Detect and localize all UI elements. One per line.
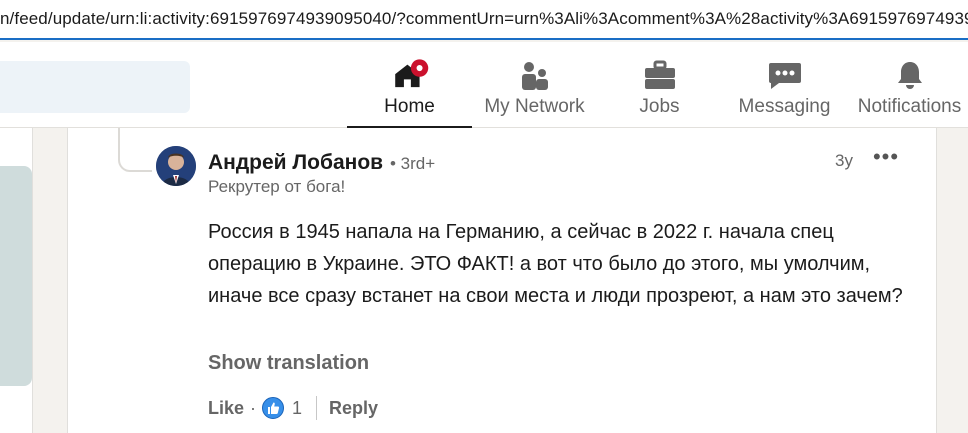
author-headline: Рекрутер от бога! bbox=[208, 177, 346, 196]
nav-messaging-label: Messaging bbox=[738, 96, 831, 117]
more-options-icon[interactable]: ••• bbox=[870, 146, 902, 172]
nav-jobs[interactable]: Jobs bbox=[597, 42, 722, 128]
search-input[interactable] bbox=[0, 61, 190, 113]
nav-my-network-label: My Network bbox=[484, 96, 585, 117]
briefcase-icon bbox=[640, 58, 680, 92]
comment-actions: Like · 1 Reply bbox=[208, 396, 378, 420]
thread-connector bbox=[118, 128, 152, 172]
show-translation-button[interactable]: Show translation bbox=[208, 352, 369, 375]
comment-timestamp: 3y bbox=[835, 151, 853, 170]
left-profile-card bbox=[0, 128, 33, 433]
url-text[interactable]: n/feed/update/urn:li:activity:6915976974… bbox=[0, 9, 968, 29]
connection-degree: • 3rd+ bbox=[390, 154, 436, 173]
avatar[interactable] bbox=[156, 146, 196, 186]
home-icon bbox=[390, 58, 430, 92]
top-nav: Home My Network Jobs Messaging Notificat… bbox=[0, 42, 968, 129]
nav-notifications-label: Notifications bbox=[857, 96, 962, 117]
separator-dot: · bbox=[250, 397, 257, 418]
messaging-icon bbox=[765, 58, 805, 92]
left-card-banner bbox=[0, 166, 32, 386]
like-button[interactable]: Like bbox=[208, 398, 244, 419]
nav-messaging[interactable]: Messaging bbox=[722, 42, 847, 128]
nav-home[interactable]: Home bbox=[347, 42, 472, 129]
nav-home-label: Home bbox=[384, 96, 435, 117]
network-icon bbox=[515, 58, 555, 92]
nav-notifications[interactable]: Notifications bbox=[847, 42, 968, 128]
reaction-count[interactable]: 1 bbox=[292, 398, 302, 419]
nav-my-network[interactable]: My Network bbox=[472, 42, 597, 128]
action-divider bbox=[316, 396, 318, 420]
reply-button[interactable]: Reply bbox=[329, 398, 378, 419]
comment-text: Россия в 1945 напала на Германию, а сейч… bbox=[208, 221, 903, 307]
bell-icon bbox=[890, 58, 930, 92]
nav-jobs-label: Jobs bbox=[639, 96, 680, 117]
address-bar[interactable]: n/feed/update/urn:li:activity:6915976974… bbox=[0, 0, 968, 40]
comment-author-name[interactable]: Андрей Лобанов bbox=[208, 151, 383, 175]
like-reaction-icon[interactable] bbox=[262, 397, 285, 419]
